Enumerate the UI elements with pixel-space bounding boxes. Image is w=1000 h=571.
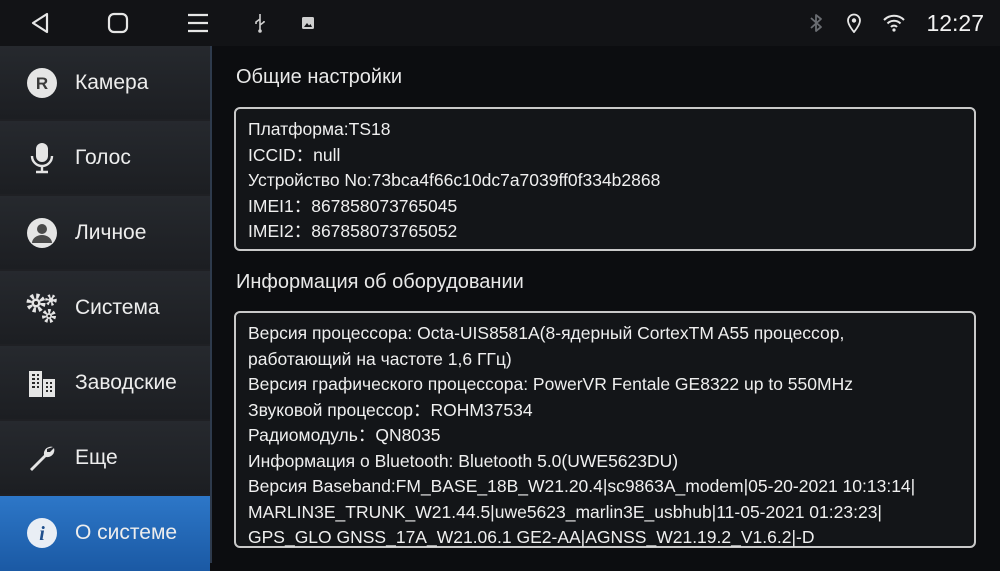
imei2-line: IMEI2：867858073765052: [248, 221, 458, 241]
sidebar-item-label: Камера: [75, 70, 149, 94]
image-icon: [296, 0, 320, 46]
about-content: Общие настройки Платформа:TS18 ICCID：nul…: [212, 46, 1000, 563]
sidebar-item-system[interactable]: Система: [0, 271, 210, 346]
info-icon: i: [24, 515, 60, 551]
sidebar-item-more[interactable]: Еще: [0, 421, 210, 496]
sidebar-item-about[interactable]: i О системе: [0, 496, 210, 571]
sidebar-item-label: Голос: [75, 145, 131, 169]
sidebar-item-label: О системе: [75, 520, 178, 544]
wrench-icon: [24, 440, 60, 476]
camera-r-icon: R: [24, 65, 60, 101]
sidebar-item-voice[interactable]: Голос: [0, 121, 210, 196]
person-icon: [24, 215, 60, 251]
general-settings-title: Общие настройки: [236, 66, 402, 88]
hardware-info-title: Информация об оборудовании: [236, 271, 524, 293]
sidebar-item-label: Система: [75, 295, 160, 319]
iccid-line: ICCID：null: [248, 144, 341, 165]
sidebar-item-personal[interactable]: Личное: [0, 196, 210, 271]
clock: 12:27: [926, 10, 984, 36]
audio-processor-line: Звуковой процессор：ROHM37534: [248, 399, 533, 420]
baseband-line: MARLIN3E_TRUNK_W21.44.5|uwe5623_marlin3E…: [248, 501, 882, 522]
bluetooth-icon: [804, 0, 828, 46]
gears-icon: [24, 290, 60, 326]
home-icon[interactable]: [100, 0, 136, 46]
gpu-version-line: Версия графического процессора: PowerVR …: [248, 374, 853, 394]
sidebar-item-label: Личное: [75, 220, 147, 244]
menu-icon[interactable]: [180, 0, 216, 46]
status-bar: 12:27: [0, 0, 1000, 46]
location-icon: [842, 0, 866, 46]
device-number-line: Устройство No:73bca4f66c10dc7a7039ff0f33…: [248, 170, 661, 190]
cpu-frequency-line: работающий на частоте 1,6 ГГц): [248, 348, 512, 369]
sidebar-item-label: Еще: [75, 445, 118, 469]
platform-line: Платформа:TS18: [248, 119, 391, 139]
imei1-line: IMEI1：867858073765045: [248, 195, 458, 216]
sidebar-item-label: Заводские: [75, 370, 177, 394]
usb-icon: [248, 0, 272, 46]
svg-text:i: i: [39, 523, 45, 545]
svg-text:R: R: [36, 74, 48, 93]
baseband-line: Версия Baseband:FM_BASE_18B_W21.20.4|sc9…: [248, 476, 916, 496]
wifi-icon: [880, 0, 908, 46]
cpu-version-line: Версия процессора: Octa-UIS8581A(8-ядерн…: [248, 323, 845, 343]
microphone-icon: [24, 140, 60, 176]
radio-module-line: Радиомодуль：QN8035: [248, 425, 441, 445]
hardware-info-panel: Версия процессора: Octa-UIS8581A(8-ядерн…: [234, 311, 976, 548]
sidebar-item-factory[interactable]: Заводские: [0, 346, 210, 421]
general-info-panel: Платформа:TS18 ICCID：null Устройство No:…: [234, 107, 976, 251]
baseband-line: GPS_GLO GNSS_17A_W21.06.1 GE2-AA|AGNSS_W…: [248, 527, 815, 547]
back-icon[interactable]: [22, 0, 58, 46]
settings-sidebar: R Камера Голос Личное Система Заводские …: [0, 46, 212, 571]
bluetooth-info-line: Информация о Bluetooth: Bluetooth 5.0(UW…: [248, 450, 679, 471]
sidebar-item-camera[interactable]: R Камера: [0, 46, 210, 121]
buildings-icon: [24, 365, 60, 401]
